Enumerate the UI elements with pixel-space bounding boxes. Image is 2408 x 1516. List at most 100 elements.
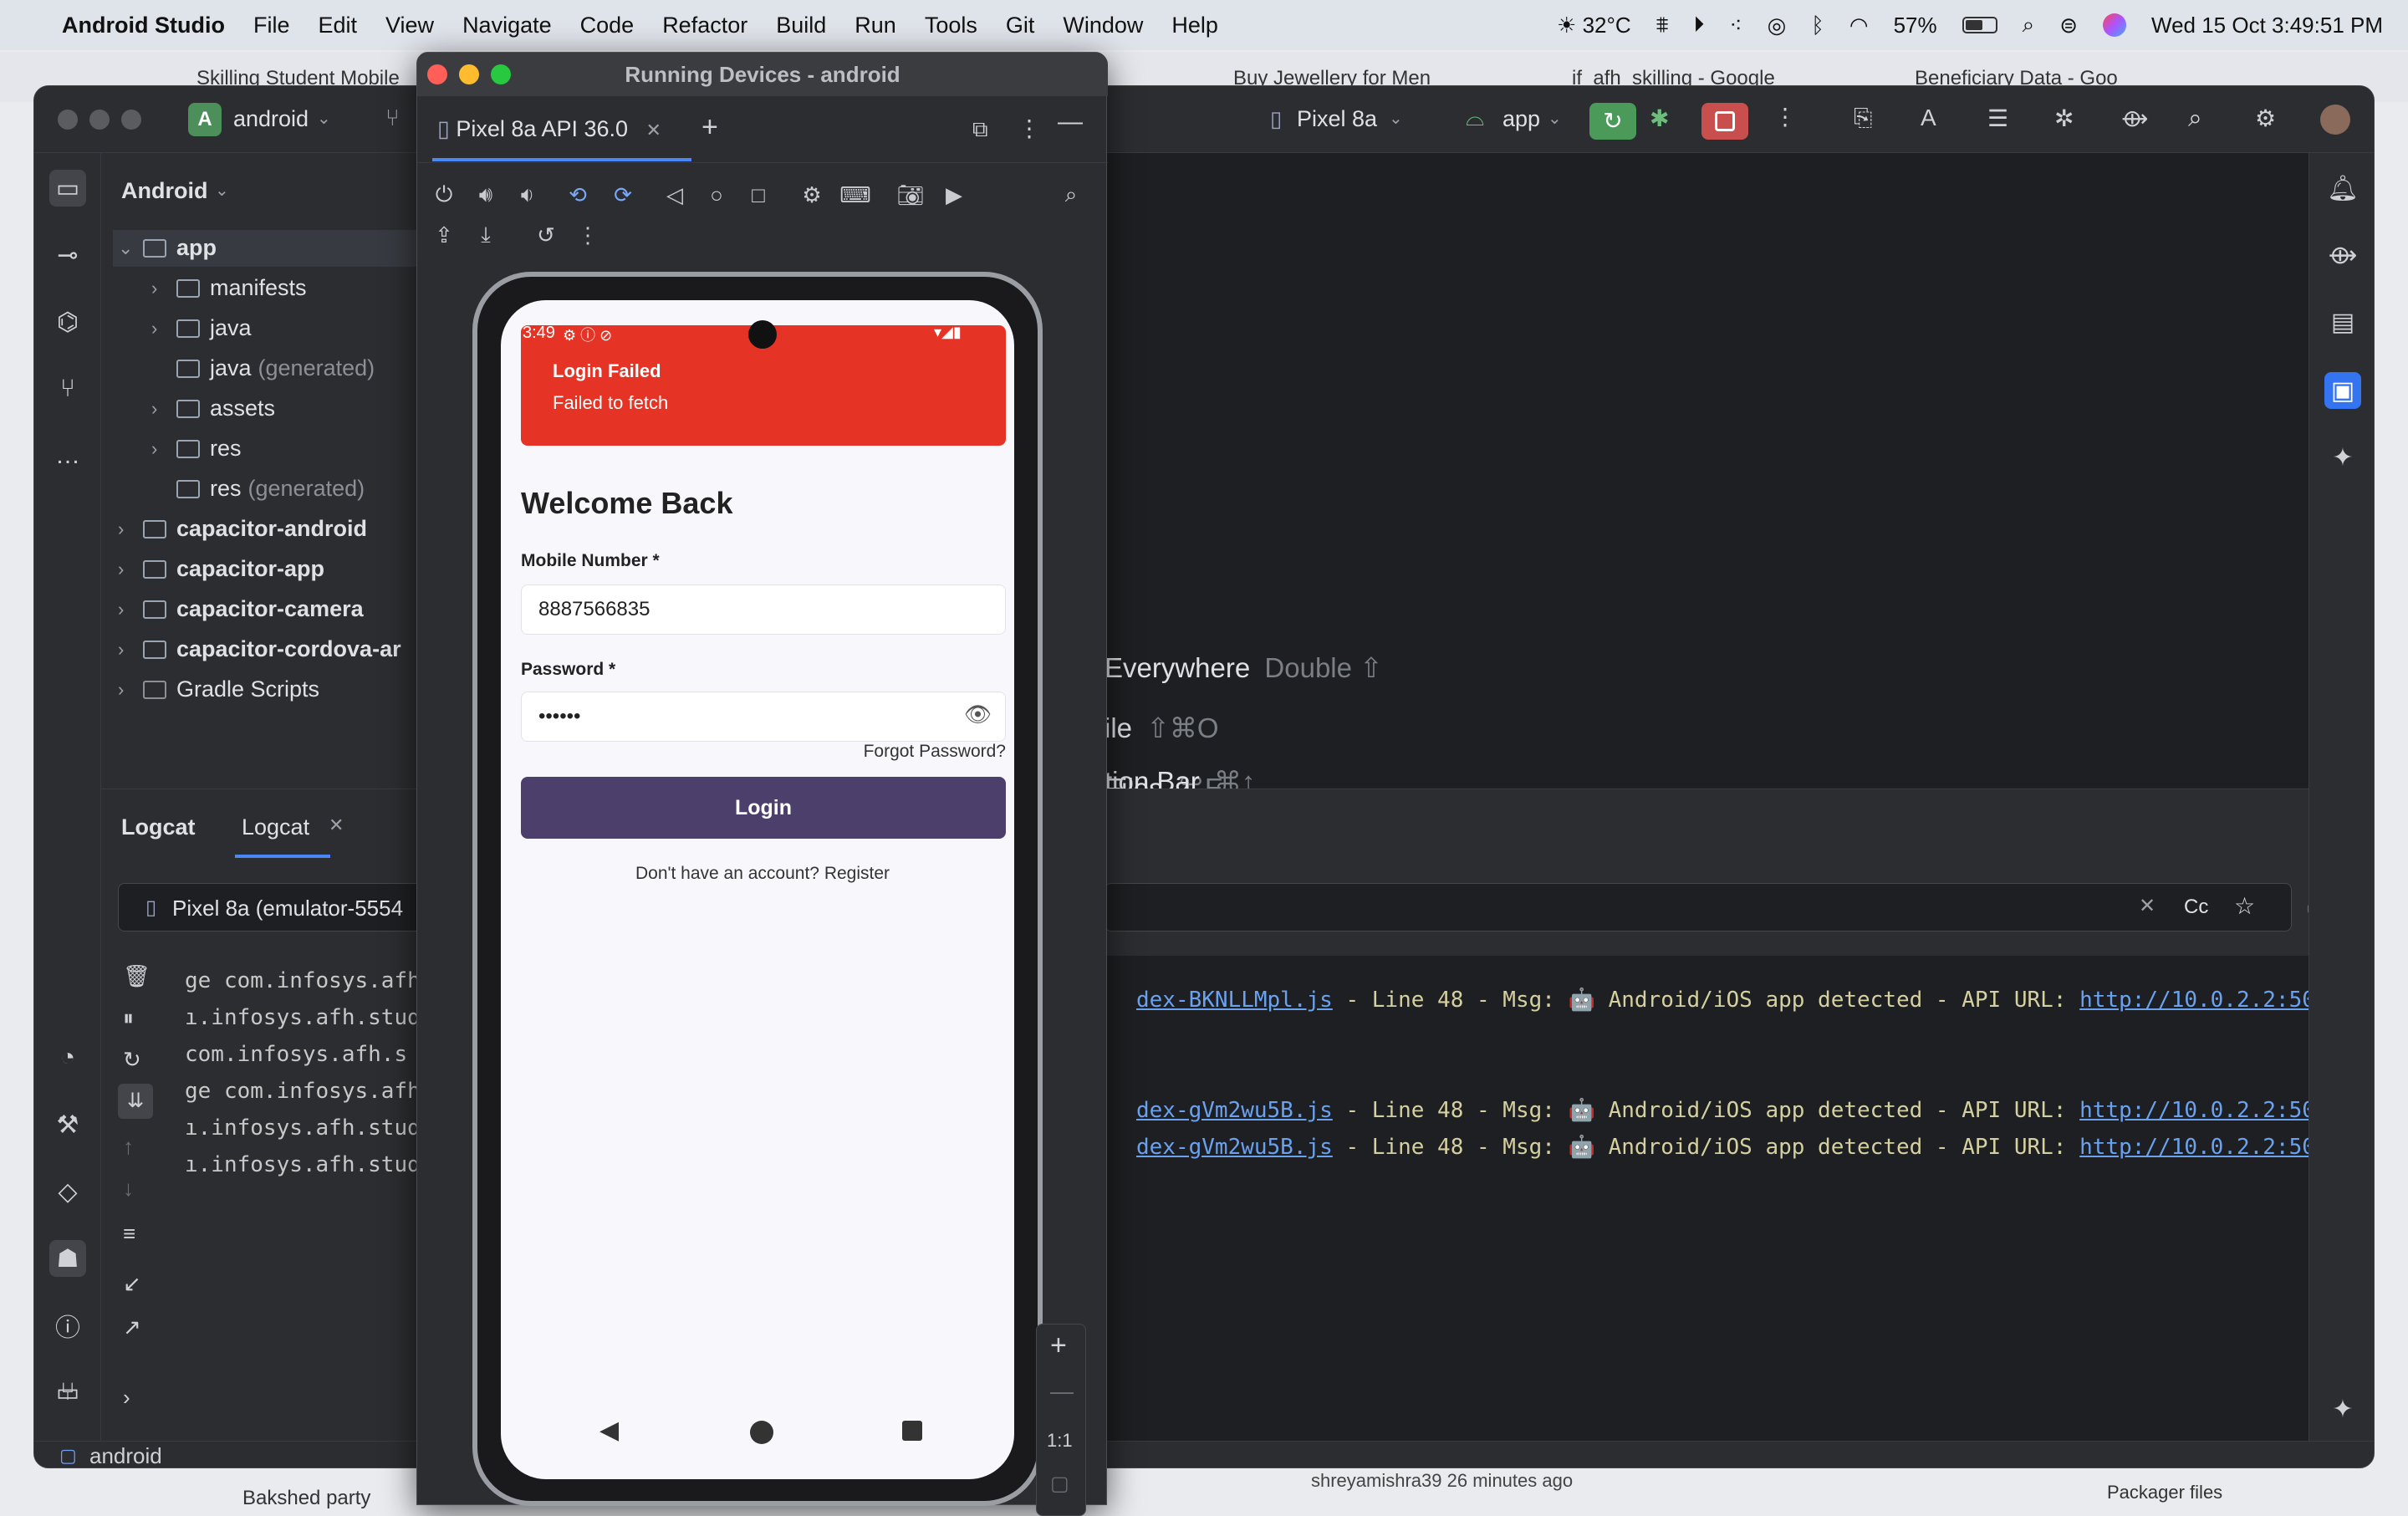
version-control-icon[interactable]: ⑂ (49, 1374, 86, 1411)
zoom-actual-size[interactable]: 1:1 (1047, 1430, 1073, 1452)
vcs-branch-icon[interactable]: ⑂ (385, 105, 400, 131)
minimize-window-button[interactable] (89, 110, 110, 130)
overview-icon[interactable]: □ (743, 180, 773, 210)
chevron-down-icon[interactable]: ⌄ (215, 180, 229, 201)
tree-item[interactable]: › capacitor-android (118, 516, 367, 542)
menu-window[interactable]: Window (1063, 13, 1143, 38)
chevron-right-icon[interactable]: › (118, 679, 143, 701)
menu-file[interactable]: File (253, 13, 290, 38)
nav-back-icon[interactable]: ◀ (599, 1416, 619, 1445)
chevron-right-icon[interactable]: › (118, 599, 143, 620)
add-device-icon[interactable]: + (701, 111, 718, 144)
gradle-elephant-icon[interactable]: ⟴ (2324, 237, 2361, 273)
menu-view[interactable]: View (385, 13, 434, 38)
logcat-icon[interactable]: ☗ (49, 1240, 86, 1277)
tree-item[interactable]: › Gradle Scripts (118, 676, 319, 702)
chevron-right-icon[interactable]: › (151, 318, 176, 339)
tree-item[interactable]: › capacitor-cordova-ar (118, 636, 401, 662)
chevron-right-icon[interactable]: › (118, 639, 143, 661)
chevron-right-icon[interactable]: › (151, 398, 176, 420)
build-hammer-icon[interactable]: ⚒ (49, 1106, 86, 1143)
apply-changes-button[interactable]: ↻ (1589, 103, 1636, 140)
more-options-icon[interactable]: ⋮ (573, 220, 603, 250)
debug-icon[interactable]: ✱ (1650, 105, 1669, 132)
menu-edit[interactable]: Edit (318, 13, 357, 38)
more-options-icon[interactable]: ⋮ (1018, 115, 1041, 142)
phone-screen[interactable]: 3:49 ⚙ ⓘ ⊘ ▾◢▮ Login Failed Failed to fe… (501, 300, 1014, 1479)
control-center-icon[interactable]: ⊜ (2059, 13, 2078, 38)
power-icon[interactable]: ⏻ (429, 180, 459, 210)
running-devices-icon[interactable]: ▣ (2324, 372, 2361, 409)
search-icon[interactable]: ⌕ (2188, 105, 2202, 133)
rotate-left-icon[interactable]: ⟲ (563, 180, 593, 210)
tree-item[interactable]: › assets (151, 396, 275, 421)
spotlight-icon[interactable]: ⌕ (2023, 12, 2035, 38)
chevron-right-icon[interactable]: › (118, 559, 143, 580)
project-name[interactable]: android (233, 106, 309, 132)
mobile-number-input[interactable]: 8887566835 (521, 584, 1006, 635)
nav-recents-icon[interactable] (902, 1421, 922, 1441)
log-file-link[interactable]: dex-gVm2wu5B.js (1136, 1135, 1333, 1160)
battery-icon[interactable] (1962, 17, 1997, 33)
match-case-toggle[interactable]: Cc (2184, 896, 2208, 919)
status-project[interactable]: android (89, 1443, 162, 1468)
log-url-link[interactable]: http://10.0.2.2:5000 (2079, 1098, 2341, 1123)
chevron-right-icon[interactable]: › (151, 438, 176, 460)
tree-item[interactable]: › capacitor-app (118, 556, 324, 582)
log-file-link[interactable]: dex-gVm2wu5B.js (1136, 1098, 1333, 1123)
zoom-out-icon[interactable]: — (1050, 1378, 1074, 1405)
bug-icon[interactable]: ✲ (2054, 105, 2074, 132)
show-password-eye-icon[interactable]: 👁︎ (964, 702, 992, 727)
menu-build[interactable]: Build (776, 13, 826, 38)
minimize-window-button[interactable] (459, 64, 479, 84)
download-icon[interactable]: ⤓ (471, 220, 501, 250)
tree-item[interactable]: java (generated) (151, 355, 375, 381)
translate-icon[interactable]: A (1921, 105, 1936, 131)
chevron-right-icon[interactable]: › (118, 518, 143, 540)
menu-help[interactable]: Help (1171, 13, 1218, 38)
history-icon[interactable]: ↺ (531, 220, 561, 250)
more-tools-icon[interactable]: … (49, 437, 86, 474)
chevron-down-icon[interactable]: ⌄ (317, 108, 331, 129)
zoom-window-button[interactable] (121, 110, 141, 130)
audio-icon[interactable]: ⩨ (1656, 12, 1669, 38)
project-folder-icon[interactable]: ▭ (49, 170, 86, 207)
favorite-star-icon[interactable]: ☆ (2234, 892, 2255, 920)
wifi-icon[interactable]: ◠ (1849, 13, 1869, 38)
menu-code[interactable]: Code (580, 13, 635, 38)
log-url-link[interactable]: http://10.0.2.2:5000 (2079, 988, 2341, 1013)
commit-icon[interactable]: ⊸ (49, 237, 86, 273)
ai-sparkle-icon[interactable]: ✦ (2324, 1391, 2361, 1427)
menu-tools[interactable]: Tools (925, 13, 977, 38)
tree-item[interactable]: › res (151, 436, 242, 462)
device-selector[interactable]: Pixel 8a (1297, 106, 1377, 132)
error-toast[interactable]: 3:49 ⚙ ⓘ ⊘ ▾◢▮ Login Failed Failed to fe… (521, 320, 1006, 446)
clock[interactable]: Wed 15 Oct 3:49:51 PM (2151, 13, 2383, 38)
project-view-selector[interactable]: Android (121, 178, 207, 204)
app-name-menu[interactable]: Android Studio (62, 13, 225, 38)
keyboard-icon[interactable]: ⌨ (839, 180, 871, 210)
close-window-button[interactable] (58, 110, 78, 130)
screenshot-camera-icon[interactable]: 📷︎ (895, 180, 926, 210)
nav-home-icon[interactable] (750, 1421, 773, 1444)
play-icon[interactable]: ⏵ (1693, 12, 1704, 38)
close-tab-icon[interactable]: ✕ (646, 120, 661, 140)
close-tab-icon[interactable]: ✕ (329, 814, 344, 836)
profiler-icon[interactable]: ⎘ (1854, 105, 1872, 132)
arrow-down-icon[interactable]: ↓ (123, 1176, 134, 1202)
dots-icon[interactable]: ⁖ (1729, 13, 1742, 38)
soft-wrap-icon[interactable]: ≡ (123, 1221, 135, 1247)
app-inspection-icon[interactable]: ◔ (49, 1039, 86, 1076)
rotate-right-icon[interactable]: ⟳ (608, 180, 638, 210)
more-actions-icon[interactable]: ⋮ (1773, 103, 1797, 130)
restart-icon[interactable]: ↻ (123, 1047, 141, 1073)
log-url-link[interactable]: http://10.0.2.2:5000 (2079, 1135, 2341, 1160)
fit-screen-icon[interactable]: ▢ (1050, 1472, 1069, 1496)
chevron-right-icon[interactable]: › (151, 278, 176, 299)
gradle-icon[interactable]: ⟴ (2121, 105, 2148, 132)
siri-icon[interactable] (2103, 13, 2126, 37)
airdrop-icon[interactable]: ◎ (1768, 13, 1787, 38)
structure-icon[interactable]: ⌬ (49, 304, 86, 340)
clear-logcat-icon[interactable]: 🗑 (123, 963, 150, 989)
tree-item[interactable]: › java (151, 315, 252, 341)
